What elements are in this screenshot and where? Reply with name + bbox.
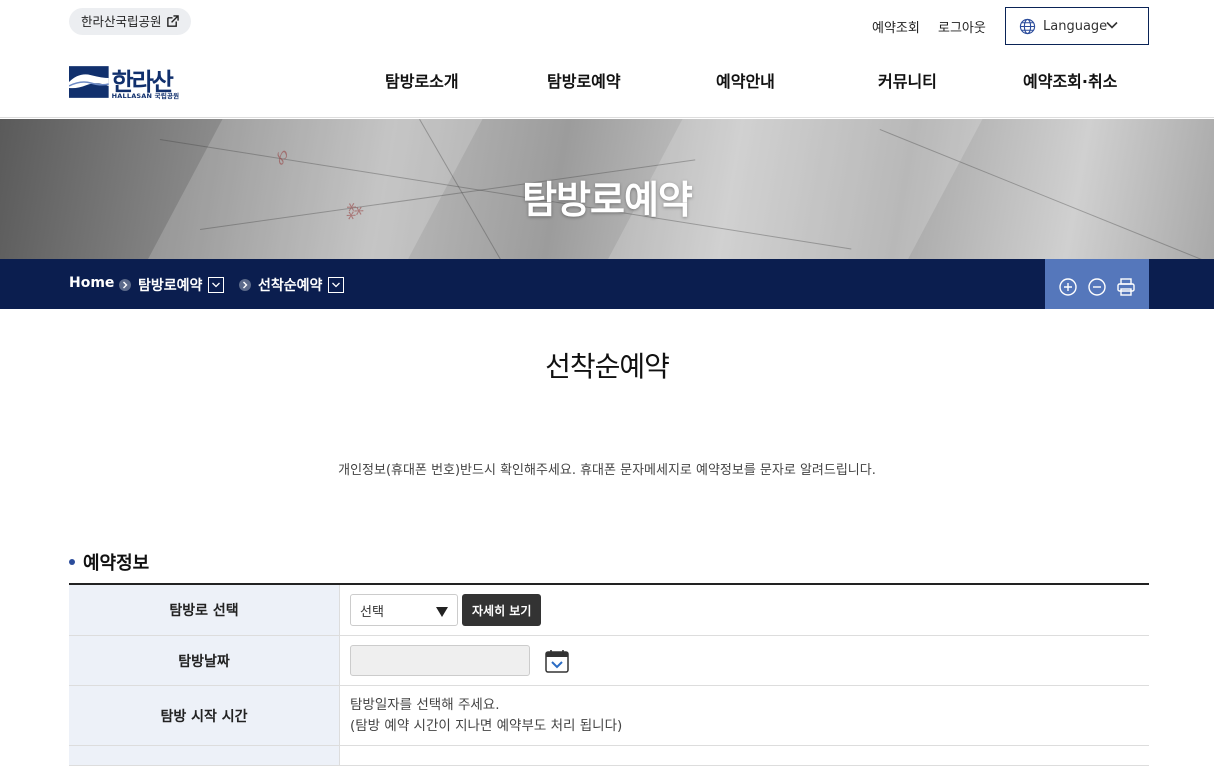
logout-link[interactable]: 로그아웃 [938,17,986,36]
hallasan-logo[interactable]: 한라산 HALLASAN 국립공원 [69,66,181,100]
gnb-reservation-cancel[interactable]: 예약조회·취소 [1023,68,1117,92]
notice-text: 개인정보(휴대폰 번호)반드시 확인해주세요. 휴대폰 문자메세지로 예약정보를… [338,463,876,478]
gnb-trail-reservation[interactable]: 탐방로예약 [547,68,621,92]
breadcrumb-home[interactable]: Home [69,275,114,291]
section-title: 예약정보 [69,549,149,575]
time-label: 탐방 시작 시간 [69,686,339,745]
gnb-reservation-guide[interactable]: 예약안내 [716,68,775,92]
logo-english: HALLASAN 국립공원 [111,92,180,100]
visual-title: 탐방로예약 [522,178,693,222]
time-info-line2: (탐방 예약 시간이 지나면 예약부도 처리 됩니다) [350,717,623,734]
location-bar: Home 탐방로예약 선착순예약 [0,259,1214,309]
gnb-trail-intro[interactable]: 탐방로소개 [385,68,459,92]
reservation-form: 탐방로 선택 선택 자세히 보기 탐방날짜 탐방 시작 시간 탐방일자를 선택해… [69,583,1149,766]
chevron-down-icon[interactable] [208,277,225,293]
park-link-label: 한라산국립공원 [81,14,162,29]
breadcrumb-level2-label: 선착순예약 [258,278,323,294]
trail-select[interactable]: 선택 [350,594,458,626]
form-row-trail: 탐방로 선택 선택 자세히 보기 [69,585,1149,636]
calendar-icon[interactable] [544,648,570,674]
page-title: 선착순예약 [545,350,670,383]
language-label: Language [1043,18,1108,34]
detail-button[interactable]: 자세히 보기 [462,594,542,626]
print-icon[interactable] [1116,277,1136,297]
breadcrumb-arrow-icon [239,279,251,291]
bullet-icon [69,559,75,565]
zoom-out-icon[interactable] [1087,277,1107,297]
page-tools [1045,259,1149,309]
form-row-next [69,746,1149,766]
date-input[interactable] [350,645,530,676]
form-row-time: 탐방 시작 시간 탐방일자를 선택해 주세요. (탐방 예약 시간이 지나면 예… [69,686,1149,746]
globe-icon [1019,18,1036,34]
trail-select-value: 선택 [360,604,384,620]
park-site-link[interactable]: 한라산국립공원 [69,8,191,35]
language-select[interactable]: Language [1005,7,1149,45]
breadcrumb-level2[interactable]: 선착순예약 [238,275,345,295]
section-title-label: 예약정보 [83,553,150,574]
dropdown-arrow-icon [436,607,448,617]
chevron-down-icon[interactable] [328,277,345,293]
breadcrumb-arrow-icon [119,279,131,291]
zoom-in-icon[interactable] [1058,277,1078,297]
breadcrumb-level1[interactable]: 탐방로예약 [118,275,225,295]
breadcrumb-level1-label: 탐방로예약 [138,278,203,294]
reservation-inquiry-link[interactable]: 예약조회 [872,17,920,36]
gnb-community[interactable]: 커뮤니티 [878,68,937,92]
date-cell [339,636,1149,685]
trail-label: 탐방로 선택 [69,585,339,635]
date-label: 탐방날짜 [69,636,339,685]
time-cell: 탐방일자를 선택해 주세요. (탐방 예약 시간이 지나면 예약부도 처리 됩니… [339,686,1149,745]
mountain-logo-icon [69,66,109,98]
form-row-date: 탐방날짜 [69,636,1149,686]
time-info-line1: 탐방일자를 선택해 주세요. [350,696,500,713]
chevron-down-icon [1106,21,1118,29]
trail-cell: 선택 자세히 보기 [339,585,1149,635]
external-link-icon [166,15,179,27]
site-header: 한라산국립공원 예약조회 로그아웃 Language 한라산 HALLASAN … [0,0,1214,118]
breadcrumb: Home [69,275,114,291]
